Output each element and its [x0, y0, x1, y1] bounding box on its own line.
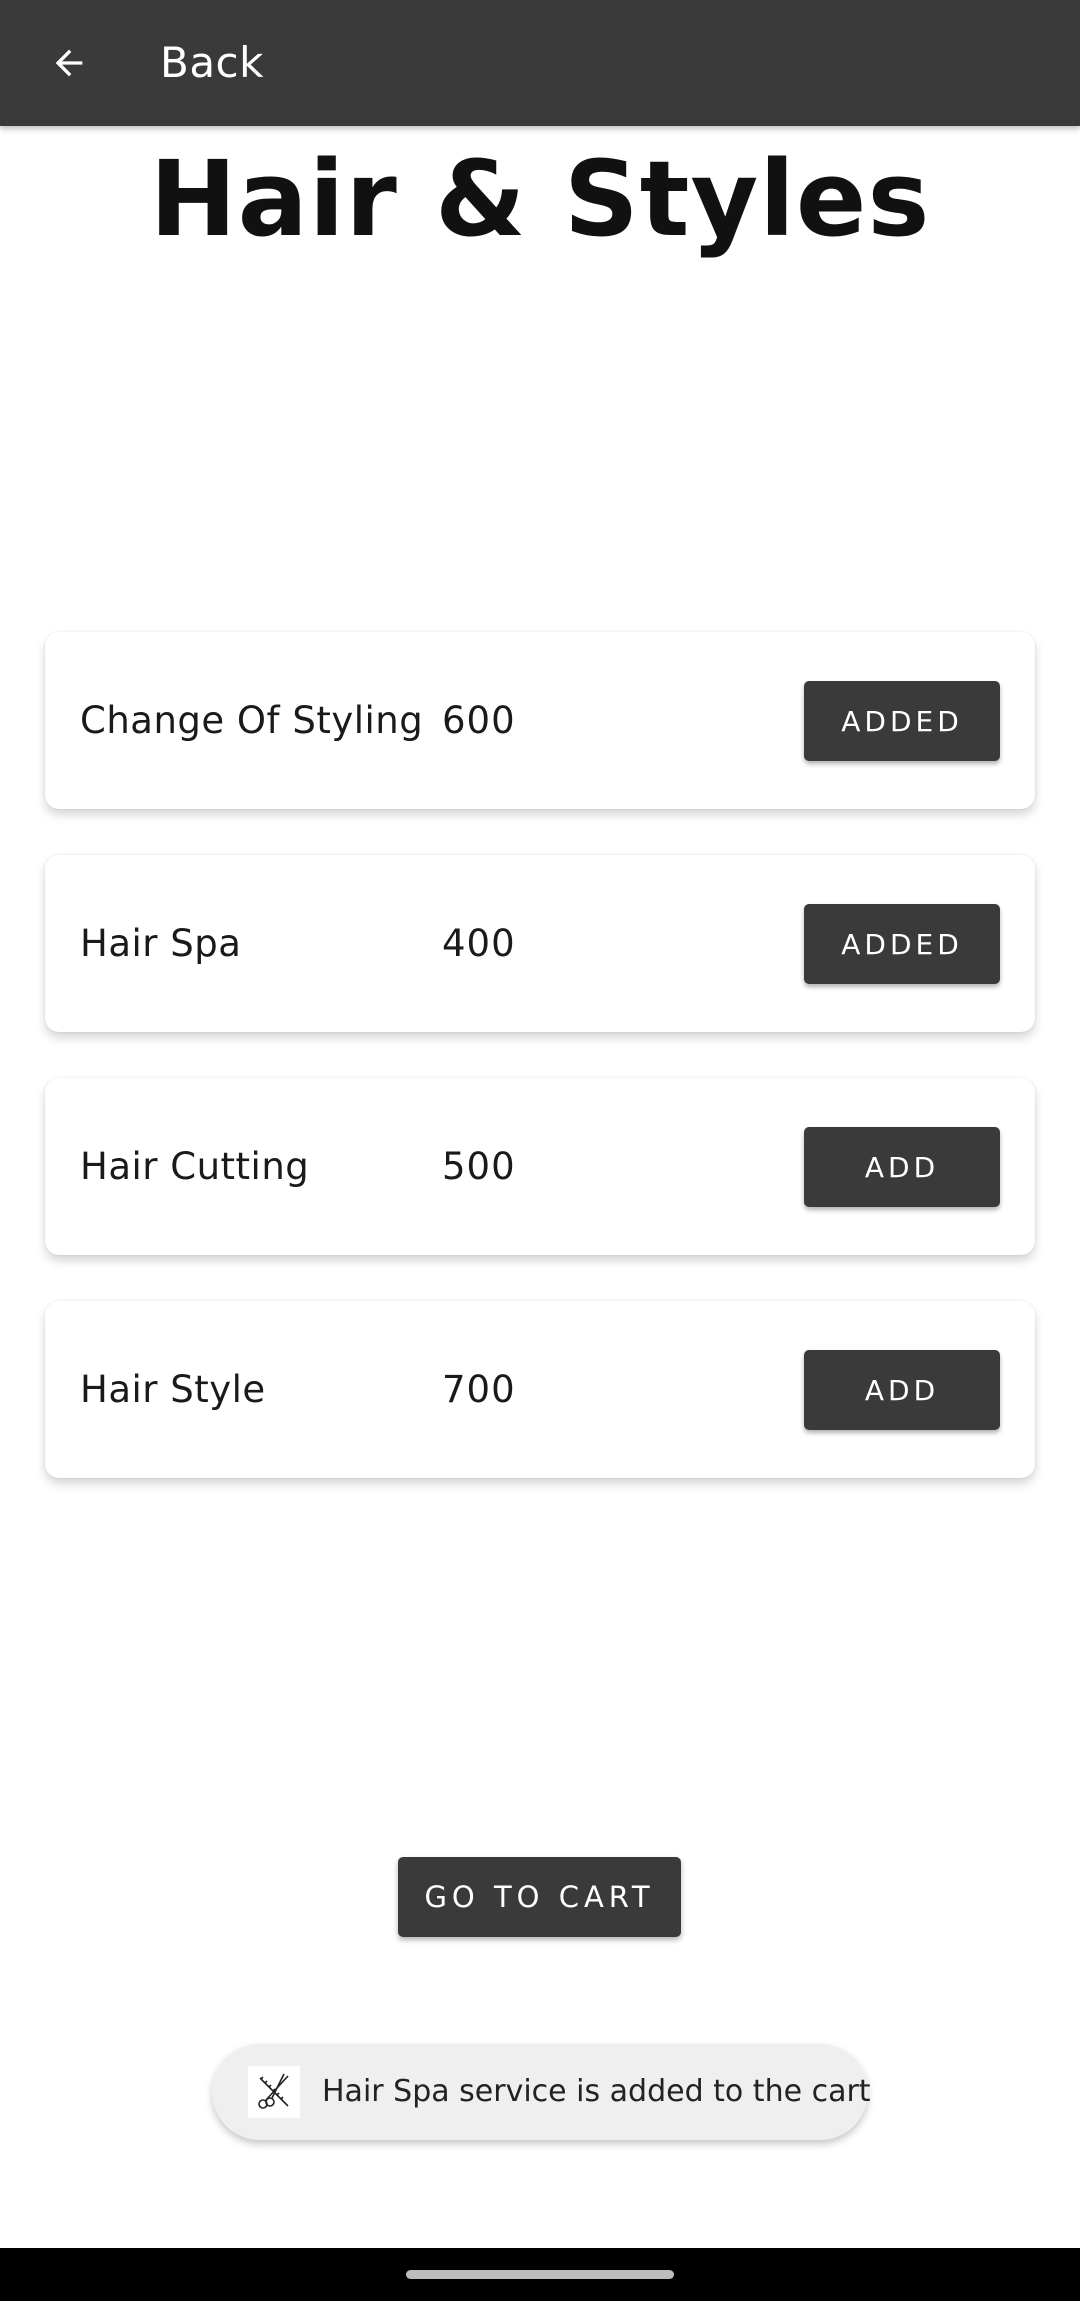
scissors-comb-icon: [248, 2066, 300, 2118]
added-button[interactable]: ADDED: [804, 681, 1000, 761]
toast-message: Hair Spa service is added to the cart: [322, 2074, 871, 2109]
service-name: Hair Style: [80, 1368, 266, 1411]
add-button[interactable]: ADD: [804, 1350, 1000, 1430]
back-arrow-button[interactable]: [36, 30, 102, 96]
service-price: 400: [442, 922, 516, 965]
service-price: 500: [442, 1145, 516, 1188]
added-button[interactable]: ADDED: [804, 904, 1000, 984]
system-navigation-bar: [0, 2248, 1080, 2301]
service-card-change-of-styling: Change Of Styling 600 ADDED: [45, 632, 1035, 809]
service-card-hair-cutting: Hair Cutting 500 ADD: [45, 1078, 1035, 1255]
service-name: Hair Cutting: [80, 1145, 310, 1188]
service-card-hair-style: Hair Style 700 ADD: [45, 1301, 1035, 1478]
add-button[interactable]: ADD: [804, 1127, 1000, 1207]
service-name: Hair Spa: [80, 922, 242, 965]
page-title: Hair & Styles: [149, 138, 931, 260]
service-name: Change Of Styling: [80, 699, 424, 742]
toast-notification: Hair Spa service is added to the cart: [212, 2044, 871, 2140]
arrow-left-icon: [55, 49, 83, 77]
service-card-hair-spa: Hair Spa 400 ADDED: [45, 855, 1035, 1032]
top-app-bar: Back: [0, 0, 1080, 126]
service-price: 700: [442, 1368, 516, 1411]
service-price: 600: [442, 699, 516, 742]
home-gesture-handle[interactable]: [406, 2270, 674, 2279]
go-to-cart-button[interactable]: GO TO CART: [398, 1857, 681, 1937]
service-list: Change Of Styling 600 ADDED Hair Spa 400…: [45, 632, 1035, 1524]
back-label[interactable]: Back: [160, 0, 264, 126]
